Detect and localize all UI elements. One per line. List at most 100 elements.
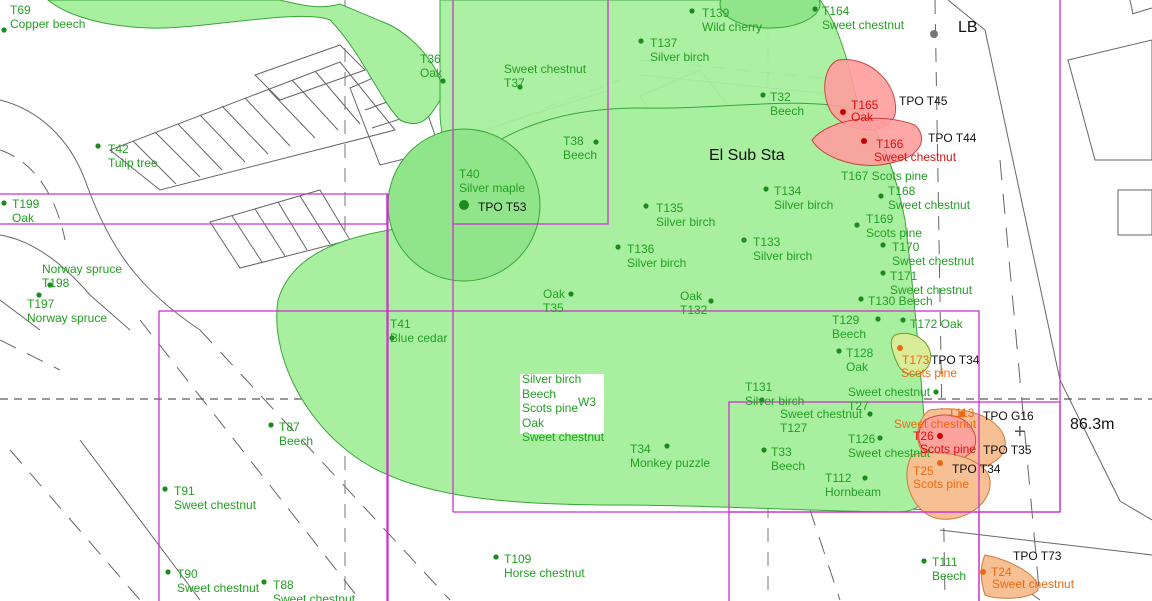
tree-point: [95, 143, 101, 149]
tree-label: T127: [780, 421, 808, 435]
tree-label: T134: [774, 184, 802, 198]
tpo-tree-species: Scots pine: [920, 442, 976, 456]
tree-label: T42: [108, 142, 129, 156]
tree-label: T130 Beech: [868, 294, 933, 308]
tree-label: Tulip tree: [108, 156, 158, 170]
tpo-order-label: TPO T34: [931, 353, 980, 367]
lb-label: LB: [958, 19, 978, 36]
tree-label: T111: [932, 555, 958, 569]
tree-label: T128: [846, 346, 874, 360]
tree-label: Norway spruce: [42, 262, 122, 276]
tpo-tree-id: T166: [876, 137, 904, 151]
tree-label: Blue cedar: [390, 331, 447, 345]
tree-label: Sweet chestnut: [892, 254, 975, 268]
tpo-tree-point: [980, 569, 986, 575]
w3-code-label: W3: [578, 395, 596, 409]
tree-point: [880, 242, 886, 248]
tree-t197: T197Norway spruce: [27, 292, 107, 325]
tpo-tree-point: [937, 460, 943, 466]
tree-t109: T109Horse chestnut: [493, 552, 585, 580]
tree-t130: T130 Beech: [858, 294, 933, 308]
tree-label: T136: [627, 242, 655, 256]
tree-label: T32: [770, 90, 791, 104]
tree-label: Silver birch: [753, 249, 812, 263]
canopy-top-left: [47, 0, 443, 125]
tree-t164: T164Sweet chestnut: [812, 4, 905, 32]
tree-point: [689, 8, 695, 14]
tree-point: [760, 92, 766, 98]
tpo-tree-id: T25: [913, 464, 934, 478]
tree-label: T132: [680, 303, 708, 317]
tree-t90: T90Sweet chestnut: [165, 567, 260, 595]
building-outline: [1067, 39, 1152, 161]
spot-height-cross-icon: +: [1014, 421, 1026, 443]
tree-t170: T170Sweet chestnut: [880, 240, 975, 268]
tree-label: Silver birch: [656, 215, 715, 229]
tree-label: T198: [42, 276, 70, 290]
tree-label: T171: [890, 269, 918, 283]
canopy-main-woodland: [276, 102, 931, 513]
tree-label: Scots pine: [866, 226, 922, 240]
site-tree-survey-map: T69Copper beechT36Oak Sweet chestnutT37T1…: [0, 0, 1152, 601]
tree-point: [933, 389, 939, 395]
tree-t111: T111Beech: [921, 555, 966, 583]
tree-t87: T87Beech: [268, 420, 313, 448]
tree-label: T197: [27, 297, 55, 311]
tree-point: [761, 447, 767, 453]
tree-label: T199: [12, 197, 40, 211]
tree-label: T168: [888, 184, 916, 198]
tree-point: [165, 569, 171, 575]
tree-label: Sweet chestnut: [848, 385, 931, 399]
tpo-tree-point: [840, 109, 846, 115]
tree-t199: T199Oak: [1, 197, 40, 225]
tree-label: Hornbeam: [825, 485, 881, 499]
tpo-tree-point: [937, 433, 943, 439]
tpo-tree-species: Sweet chestnut: [874, 150, 957, 164]
tree-label: T170: [892, 240, 920, 254]
tree-label: Beech: [279, 434, 313, 448]
tree-label: T164: [822, 4, 850, 18]
tree-label: Oak: [420, 66, 443, 80]
tree-point: [268, 422, 274, 428]
tree-label: T112: [825, 471, 852, 485]
tree-point: [593, 139, 599, 145]
tree-point: [862, 475, 868, 481]
tree-label: T37: [504, 76, 525, 90]
tree-label: Beech: [771, 459, 805, 473]
t40-point: [459, 200, 469, 210]
tree-t167: T167 Scots pine: [841, 169, 928, 183]
tree-label: Wild cherry: [702, 20, 762, 34]
tree-label: T135: [656, 201, 684, 215]
tpo-tree-species: Scots pine: [901, 366, 957, 380]
tree-point: [858, 296, 864, 302]
tree-label: Oak: [680, 289, 703, 303]
tree-point: [854, 222, 860, 228]
tree-t171: T171Sweet chestnut: [880, 269, 973, 297]
tree-point: [162, 486, 168, 492]
tree-point: [877, 435, 883, 441]
tree-label: T69: [10, 3, 31, 17]
tree-t88: T88Sweet chestnut: [261, 578, 356, 601]
tree-label: Silver birch: [774, 198, 833, 212]
tree-point: [921, 558, 927, 564]
tree-label: T172 Oak: [910, 317, 964, 331]
w3-species-4: Oak: [522, 416, 545, 430]
tree-label: Copper beech: [10, 17, 85, 31]
tree-label: T34: [630, 442, 651, 456]
boundary-middle: [386, 193, 389, 601]
tree-label: T126: [848, 432, 876, 446]
tpo-tree-point: [897, 345, 903, 351]
tree-label: Oak: [543, 287, 566, 301]
tree-label: Monkey puzzle: [630, 456, 710, 470]
tree-label: T41: [390, 317, 411, 331]
tpo-tree-species: Sweet chestnut: [992, 577, 1075, 591]
tree-label: Silver maple: [459, 181, 525, 195]
tree-t168: T168Sweet chestnut: [878, 184, 971, 212]
substation-label: El Sub Sta: [709, 147, 785, 164]
tpo-tree-id: T173: [902, 353, 930, 367]
w3-species-1: Silver birch: [522, 372, 581, 386]
tree-point: [875, 316, 881, 322]
tree-label: T133: [753, 235, 781, 249]
tree-label: Silver birch: [627, 256, 686, 270]
tree-point: [568, 291, 574, 297]
